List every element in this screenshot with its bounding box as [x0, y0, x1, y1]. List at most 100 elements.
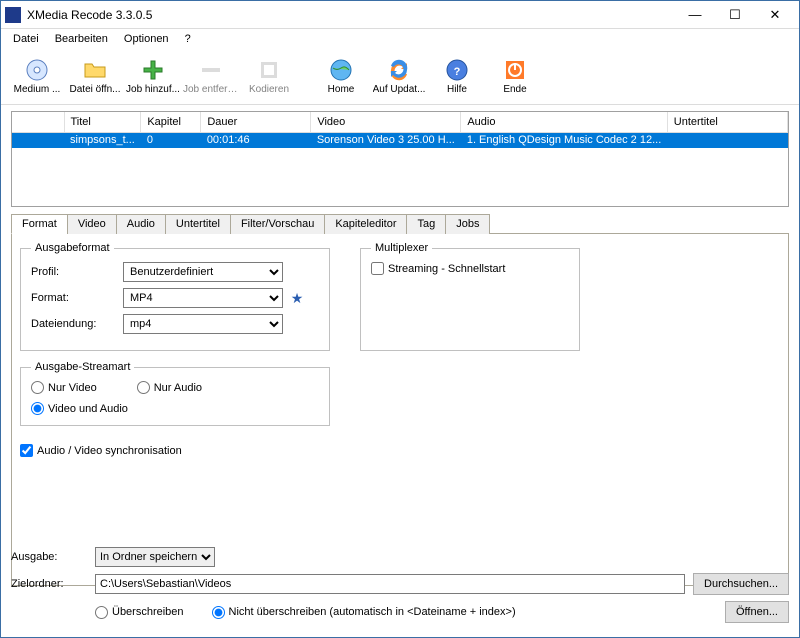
favorite-icon[interactable]: ★: [289, 290, 305, 306]
toolbar-file-open[interactable]: Datei öffn...: [67, 52, 123, 102]
col-video[interactable]: Video: [311, 112, 461, 132]
maximize-button[interactable]: ☐: [715, 2, 755, 28]
checkbox-avsync[interactable]: [20, 444, 33, 457]
tab-strip: Format Video Audio Untertitel Filter/Vor…: [11, 213, 789, 234]
toolbar-medium-label: Medium ...: [14, 84, 61, 95]
close-button[interactable]: ✕: [755, 2, 795, 28]
toolbar-exit-label: Ende: [503, 84, 526, 95]
button-durchsuchen[interactable]: Durchsuchen...: [693, 573, 789, 595]
toolbar-update[interactable]: Auf Updat...: [371, 52, 427, 102]
radio-ueberschreiben[interactable]: [95, 606, 108, 619]
radio-nicht-ueberschreiben-wrap[interactable]: Nicht überschreiben (automatisch in <Dat…: [212, 606, 516, 619]
checkbox-streaming[interactable]: [371, 262, 384, 275]
toolbar-job-remove: Job entfern...: [183, 52, 239, 102]
fieldset-streamart: Ausgabe-Streamart Nur Video Nur Audio Vi…: [20, 361, 330, 426]
radio-nur-audio-wrap[interactable]: Nur Audio: [137, 381, 202, 394]
radio-ueberschreiben-label: Überschreiben: [112, 606, 184, 618]
file-table-container: Titel Kapitel Dauer Video Audio Untertit…: [11, 111, 789, 207]
select-ausgabe[interactable]: In Ordner speichern: [95, 547, 215, 567]
toolbar-home[interactable]: Home: [313, 52, 369, 102]
toolbar-medium-open[interactable]: Medium ...: [9, 52, 65, 102]
radio-nicht-ueberschreiben[interactable]: [212, 606, 225, 619]
legend-multiplexer: Multiplexer: [371, 242, 432, 254]
cell-kapitel: 0: [141, 132, 201, 148]
plus-icon: [141, 58, 165, 82]
radio-nur-video-label: Nur Video: [48, 382, 97, 394]
radio-video-und-audio-wrap[interactable]: Video und Audio: [31, 402, 319, 415]
radio-video-und-audio[interactable]: [31, 402, 44, 415]
toolbar-help[interactable]: ? Hilfe: [429, 52, 485, 102]
menu-hilfe[interactable]: ?: [177, 31, 199, 47]
radio-nur-video[interactable]: [31, 381, 44, 394]
table-row[interactable]: simpsons_t... 0 00:01:46 Sorenson Video …: [12, 132, 788, 148]
toolbar: Medium ... Datei öffn... Job hinzuf... J…: [1, 49, 799, 105]
toolbar-file-label: Datei öffn...: [70, 84, 121, 95]
checkbox-streaming-wrap[interactable]: Streaming - Schnellstart: [371, 262, 569, 275]
svg-text:?: ?: [454, 66, 461, 78]
col-dauer[interactable]: Dauer: [201, 112, 311, 132]
fieldset-multiplexer: Multiplexer Streaming - Schnellstart: [360, 242, 580, 351]
toolbar-jobadd-label: Job hinzuf...: [126, 84, 180, 95]
menu-bearbeiten[interactable]: Bearbeiten: [47, 31, 116, 47]
toolbar-exit[interactable]: Ende: [487, 52, 543, 102]
window-title: XMedia Recode 3.3.0.5: [27, 8, 675, 22]
col-kapitel[interactable]: Kapitel: [141, 112, 201, 132]
col-untertitel[interactable]: Untertitel: [667, 112, 787, 132]
toolbar-help-label: Hilfe: [447, 84, 467, 95]
tab-jobs[interactable]: Jobs: [445, 214, 490, 234]
label-profil: Profil:: [31, 266, 117, 278]
radio-nur-video-wrap[interactable]: Nur Video: [31, 381, 97, 394]
app-icon: [5, 7, 21, 23]
button-oeffnen[interactable]: Öffnen...: [725, 601, 789, 623]
toolbar-encode-label: Kodieren: [249, 84, 289, 95]
select-ext[interactable]: mp4: [123, 314, 283, 334]
checkbox-streaming-label: Streaming - Schnellstart: [388, 263, 505, 275]
toolbar-update-label: Auf Updat...: [373, 84, 426, 95]
col-icon[interactable]: [12, 112, 64, 132]
tab-filter[interactable]: Filter/Vorschau: [230, 214, 325, 234]
folder-open-icon: [83, 58, 107, 82]
tab-untertitel[interactable]: Untertitel: [165, 214, 231, 234]
radio-nur-audio-label: Nur Audio: [154, 382, 202, 394]
col-titel[interactable]: Titel: [64, 112, 141, 132]
refresh-icon: [387, 58, 411, 82]
power-icon: [503, 58, 527, 82]
menu-datei[interactable]: Datei: [5, 31, 47, 47]
toolbar-home-label: Home: [328, 84, 355, 95]
cell-audio: 1. English QDesign Music Codec 2 12...: [461, 132, 667, 148]
radio-nur-audio[interactable]: [137, 381, 150, 394]
label-ausgabe: Ausgabe:: [11, 551, 87, 563]
tab-kapitel[interactable]: Kapiteleditor: [324, 214, 407, 234]
checkbox-avsync-label: Audio / Video synchronisation: [37, 445, 182, 457]
minus-icon: [199, 58, 223, 82]
disc-icon: [25, 58, 49, 82]
minimize-button[interactable]: —: [675, 2, 715, 28]
select-profil[interactable]: Benutzerdefiniert: [123, 262, 283, 282]
col-audio[interactable]: Audio: [461, 112, 667, 132]
tab-tag[interactable]: Tag: [406, 214, 446, 234]
cell-video: Sorenson Video 3 25.00 H...: [311, 132, 461, 148]
radio-video-und-audio-label: Video und Audio: [48, 403, 128, 415]
file-table[interactable]: Titel Kapitel Dauer Video Audio Untertit…: [12, 112, 788, 148]
radio-ueberschreiben-wrap[interactable]: Überschreiben: [95, 606, 184, 619]
bottom-output-panel: Ausgabe: In Ordner speichern Zielordner:…: [11, 547, 789, 629]
toolbar-job-add[interactable]: Job hinzuf...: [125, 52, 181, 102]
title-bar: XMedia Recode 3.3.0.5 — ☐ ✕: [1, 1, 799, 29]
menu-optionen[interactable]: Optionen: [116, 31, 177, 47]
checkbox-avsync-wrap[interactable]: Audio / Video synchronisation: [20, 444, 780, 457]
label-format: Format:: [31, 292, 117, 304]
radio-nicht-ueberschreiben-label: Nicht überschreiben (automatisch in <Dat…: [229, 606, 516, 618]
tab-video[interactable]: Video: [67, 214, 117, 234]
tab-audio[interactable]: Audio: [116, 214, 166, 234]
label-ext: Dateiendung:: [31, 318, 117, 330]
select-format[interactable]: MP4: [123, 288, 283, 308]
toolbar-jobrem-label: Job entfern...: [183, 84, 239, 95]
tab-format[interactable]: Format: [11, 214, 68, 234]
legend-streamart: Ausgabe-Streamart: [31, 361, 134, 373]
cell-titel: simpsons_t...: [64, 132, 141, 148]
encode-icon: [257, 58, 281, 82]
menu-bar: Datei Bearbeiten Optionen ?: [1, 29, 799, 49]
toolbar-encode: Kodieren: [241, 52, 297, 102]
legend-ausgabeformat: Ausgabeformat: [31, 242, 114, 254]
input-zielordner[interactable]: [95, 574, 685, 594]
